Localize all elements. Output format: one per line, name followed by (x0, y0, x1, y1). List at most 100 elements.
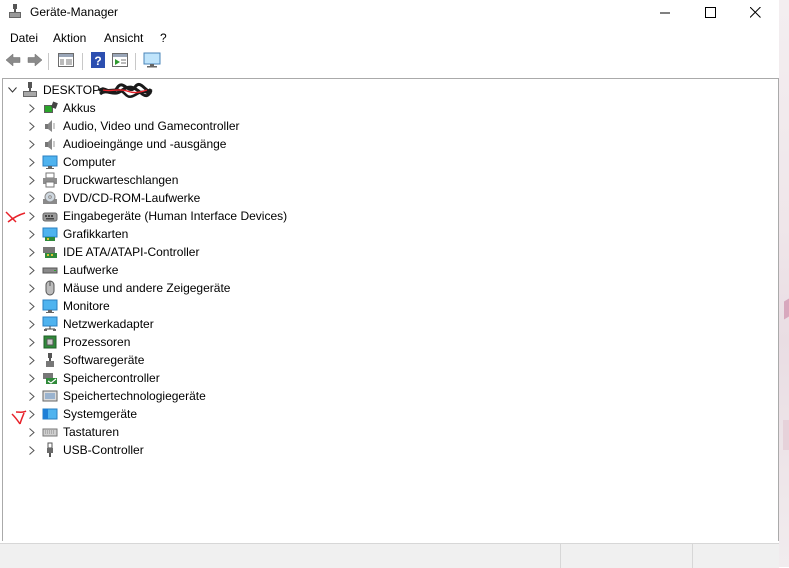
properties-button[interactable] (57, 52, 75, 70)
battery-icon (42, 100, 58, 116)
close-button[interactable] (738, 0, 772, 24)
device-manager-window: Geräte-Manager Datei Aktion Ansicht ? ? … (0, 0, 779, 568)
device-tree[interactable]: DESKTOP- Akkus Audio, Video und Gamecont… (2, 78, 779, 541)
minimize-button[interactable] (648, 0, 682, 24)
disk-icon (42, 262, 58, 278)
chevron-right-icon[interactable] (27, 135, 37, 153)
tree-item[interactable]: Prozessoren (27, 333, 130, 351)
tree-item-label: Audio, Video und Gamecontroller (63, 119, 240, 133)
chevron-right-icon[interactable] (27, 171, 37, 189)
tree-item[interactable]: Speichercontroller (27, 369, 160, 387)
menu-help[interactable]: ? (160, 31, 167, 45)
annotation-mark (5, 211, 26, 223)
tree-item[interactable]: Mäuse und andere Zeigegeräte (27, 279, 230, 297)
tree-item[interactable]: Grafikkarten (27, 225, 128, 243)
tree-item[interactable]: Computer (27, 153, 116, 171)
chevron-right-icon[interactable] (27, 369, 37, 387)
menu-bar: Datei Aktion Ansicht ? (0, 27, 779, 47)
tree-item[interactable]: Netzwerkadapter (27, 315, 154, 333)
chevron-right-icon[interactable] (27, 243, 37, 261)
menu-aktion[interactable]: Aktion (53, 31, 86, 45)
software-device-icon (42, 352, 58, 368)
tree-item[interactable]: Eingabegeräte (Human Interface Devices) (27, 207, 287, 225)
processor-icon (42, 334, 58, 350)
tree-root[interactable]: DESKTOP- (7, 81, 104, 99)
chevron-right-icon[interactable] (27, 189, 37, 207)
chevron-right-icon[interactable] (27, 279, 37, 297)
help-button[interactable]: ? (89, 51, 107, 70)
forward-button[interactable] (26, 52, 44, 70)
chevron-right-icon[interactable] (27, 333, 37, 351)
chevron-right-icon[interactable] (27, 441, 37, 459)
menu-datei[interactable]: Datei (10, 31, 38, 45)
chevron-right-icon[interactable] (27, 207, 37, 225)
tree-item-label: Softwaregeräte (63, 353, 145, 367)
redaction-scribble (97, 83, 153, 98)
scan-hardware-button[interactable] (143, 52, 161, 70)
tree-item[interactable]: Akkus (27, 99, 96, 117)
tree-item[interactable]: Tastaturen (27, 423, 119, 441)
tree-item-label: Prozessoren (63, 335, 131, 349)
printer-icon (42, 172, 58, 188)
computer-icon (22, 82, 38, 98)
svg-text:?: ? (94, 54, 101, 68)
tree-item-label: Akkus (63, 101, 96, 115)
tree-item-label: Laufwerke (63, 263, 119, 277)
monitor-icon (42, 298, 58, 314)
storage-controller-icon (42, 370, 58, 386)
status-bar (0, 543, 779, 568)
tree-item-label: Computer (63, 155, 116, 169)
toolbar-separator (82, 53, 83, 70)
tree-item[interactable]: USB-Controller (27, 441, 144, 459)
system-device-icon (42, 406, 58, 422)
tree-item-label: Mäuse und andere Zeigegeräte (63, 281, 231, 295)
tree-item-label: Netzwerkadapter (63, 317, 154, 331)
chevron-right-icon[interactable] (27, 351, 37, 369)
maximize-button[interactable] (693, 0, 727, 24)
background-desktop (779, 0, 789, 567)
network-icon (42, 316, 58, 332)
tree-item[interactable]: Softwaregeräte (27, 351, 144, 369)
tree-item[interactable]: Laufwerke (27, 261, 118, 279)
chevron-right-icon[interactable] (27, 261, 37, 279)
chevron-right-icon[interactable] (27, 315, 37, 333)
run-button[interactable] (111, 52, 129, 70)
tree-item-label: Tastaturen (63, 425, 120, 439)
chevron-right-icon[interactable] (27, 225, 37, 243)
chevron-right-icon[interactable] (27, 117, 37, 135)
back-button[interactable] (4, 52, 22, 70)
tree-item-label: Monitore (63, 299, 110, 313)
chevron-right-icon[interactable] (27, 297, 37, 315)
chevron-right-icon[interactable] (27, 153, 37, 171)
ide-controller-icon (42, 244, 58, 260)
tree-item[interactable]: Druckwarteschlangen (27, 171, 178, 189)
tree-item[interactable]: Audio, Video und Gamecontroller (27, 117, 240, 135)
tree-item[interactable]: Monitore (27, 297, 110, 315)
back-icon (5, 52, 21, 70)
usb-icon (42, 442, 58, 458)
tree-item-label: Speichertechnologiegeräte (63, 389, 206, 403)
tree-item-label: DVD/CD-ROM-Laufwerke (63, 191, 201, 205)
status-cell (692, 544, 779, 568)
disc-drive-icon (42, 190, 58, 206)
tree-item[interactable]: Systemgeräte (27, 405, 137, 423)
tree-item-label: Speichercontroller (63, 371, 160, 385)
tree-item-label: Systemgeräte (63, 407, 138, 421)
chevron-right-icon[interactable] (27, 423, 37, 441)
chevron-right-icon[interactable] (27, 99, 37, 117)
status-cell (560, 544, 693, 568)
title-bar[interactable]: Geräte-Manager (0, 0, 779, 24)
properties-icon (58, 52, 74, 70)
toolbar: ? (0, 49, 779, 75)
tree-item[interactable]: Audioeingänge und -ausgänge (27, 135, 226, 153)
tree-item[interactable]: Speichertechnologiegeräte (27, 387, 206, 405)
monitor-icon (42, 154, 58, 170)
menu-ansicht[interactable]: Ansicht (104, 31, 143, 45)
chevron-right-icon[interactable] (27, 387, 37, 405)
tree-item[interactable]: IDE ATA/ATAPI-Controller (27, 243, 199, 261)
chevron-down-icon[interactable] (7, 81, 17, 99)
monitor-icon (143, 52, 161, 71)
tree-item[interactable]: DVD/CD-ROM-Laufwerke (27, 189, 200, 207)
chevron-right-icon[interactable] (27, 405, 37, 423)
memory-tech-icon (42, 388, 58, 404)
